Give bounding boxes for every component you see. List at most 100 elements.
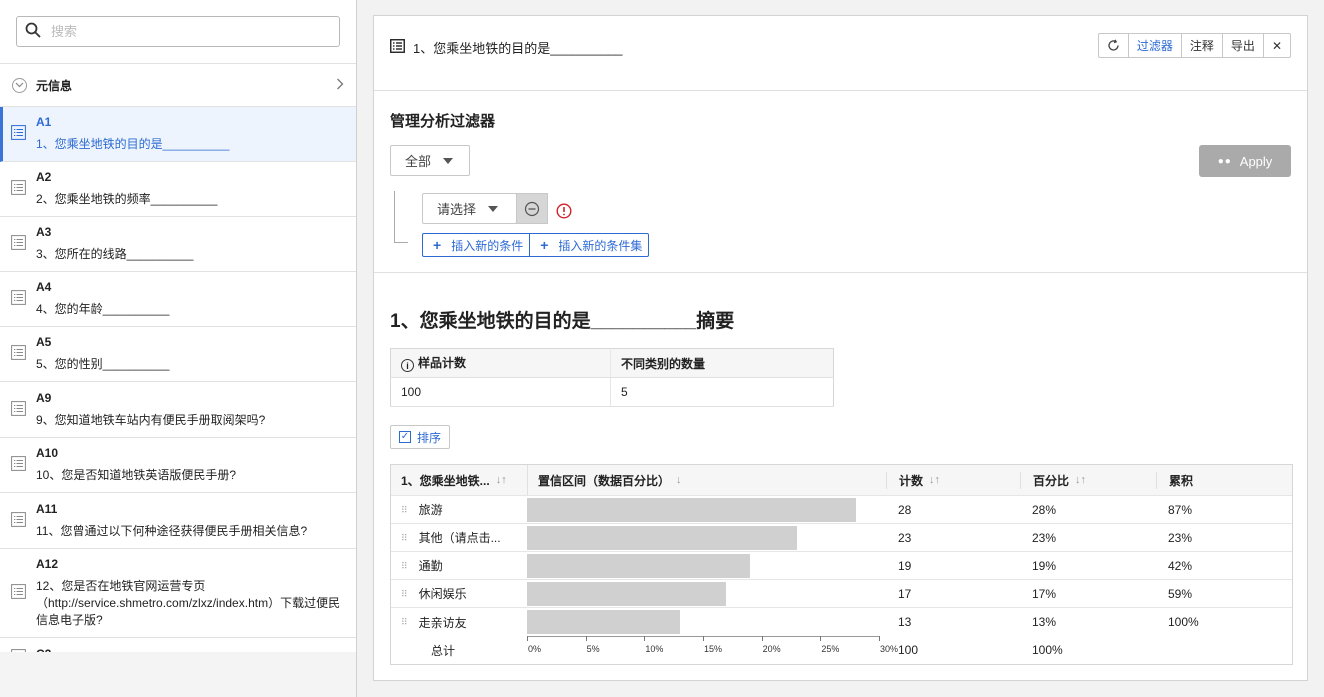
note-button[interactable]: 注释: [1182, 34, 1223, 57]
axis-cell: 0% 5% 10% 15% 20% 25% 30%: [527, 636, 898, 664]
sort-down-icon: ↓: [676, 474, 682, 486]
item-code: A2: [36, 170, 52, 184]
item-text: 11、您曾通过以下何种途径获得便民手册相关信息?: [36, 523, 308, 538]
minus-circle-icon: [524, 201, 540, 216]
chart-bar: [527, 610, 680, 634]
sidebar-item-a11[interactable]: A11 11、您曾通过以下何种途径获得便民手册相关信息?: [0, 493, 356, 549]
refresh-button[interactable]: [1099, 34, 1129, 57]
item-code: A1: [36, 115, 52, 129]
row-percent: 19%: [1032, 558, 1057, 573]
search-input[interactable]: [49, 23, 329, 40]
chevron-right-icon: [336, 77, 344, 93]
axis-tick: [585, 636, 587, 641]
page-title: 1、您乘坐地铁的目的是__________: [413, 41, 623, 56]
table-row[interactable]: ⠿ 其他（请点击... 23 23% 23%: [391, 524, 1292, 552]
drag-handle-icon[interactable]: ⠿: [401, 561, 408, 570]
chevron-down-circle-icon: [12, 77, 27, 93]
list-icon: [11, 584, 28, 602]
list-icon: [11, 125, 28, 143]
axis-tick-label: 0%: [528, 644, 542, 654]
item-text: 1、您乘坐地铁的目的是__________: [36, 137, 230, 151]
row-count: 28: [898, 502, 912, 517]
apply-button[interactable]: ●● Apply: [1199, 145, 1291, 177]
item-text: 2、您乘坐地铁的频率__________: [36, 192, 218, 206]
table-header-row: 1、您乘坐地铁... ↓↑ 置信区间（数据百分比） ↓ 计数 ↓↑ 百分比 ↓↑ 累积: [391, 465, 1292, 496]
insert-condition-set-button[interactable]: + 插入新的条件集: [529, 234, 648, 256]
header-category[interactable]: 1、您乘坐地铁... ↓↑: [391, 472, 527, 489]
sidebar-item-a12[interactable]: A12 12、您是否在地铁官网运营专页（http://service.shmetr…: [0, 549, 356, 638]
meta-info-row[interactable]: 元信息: [0, 64, 356, 107]
list-icon: [11, 345, 28, 363]
axis-tick: [527, 636, 528, 641]
table-row[interactable]: ⠿ 休闲娱乐 17 17% 59%: [391, 580, 1292, 608]
sort-arrows-icon: ↓↑: [495, 474, 507, 486]
meta-info-label: 元信息: [36, 78, 73, 93]
bar-cell: [527, 552, 886, 579]
plus-icon: +: [540, 237, 549, 253]
caret-down-icon: [488, 205, 499, 212]
axis-tick-label: 20%: [762, 644, 781, 654]
sidebar: 元信息 A1 1、您乘坐地铁的目的是__________ A2 2、您乘坐地铁的频率_…: [0, 0, 357, 697]
filter-button[interactable]: 过滤器: [1129, 34, 1182, 57]
sidebar-item-a3[interactable]: A3 3、您所在的线路__________: [0, 217, 356, 272]
header-ci[interactable]: 置信区间（数据百分比） ↓: [527, 465, 886, 495]
insert-condition-button[interactable]: + 插入新的条件: [423, 234, 529, 256]
row-label: 休闲娱乐: [418, 587, 467, 601]
sidebar-item-a9[interactable]: A9 9、您知道地铁车站内有便民手册取阅架吗?: [0, 382, 356, 438]
item-code: A3: [36, 225, 52, 239]
drag-handle-icon[interactable]: ⠿: [401, 505, 408, 514]
drag-handle-icon[interactable]: ⠿: [401, 589, 408, 598]
row-cumulative: 100%: [1168, 615, 1199, 629]
scope-dropdown[interactable]: 全部: [390, 145, 470, 176]
chart-bar: [527, 582, 727, 606]
row-cumulative: 23%: [1168, 530, 1193, 545]
remove-condition-button[interactable]: [516, 193, 548, 224]
apply-label: Apply: [1239, 153, 1273, 169]
axis-tick: [644, 636, 646, 641]
row-percent: 23%: [1032, 530, 1057, 545]
search-box[interactable]: [16, 16, 340, 47]
sidebar-item-a4[interactable]: A4 4、您的年龄__________: [0, 272, 356, 327]
search-area: [0, 0, 356, 64]
row-count: 19: [898, 558, 912, 573]
row-label: 走亲访友: [418, 615, 467, 630]
insert-button-group: + 插入新的条件 + 插入新的条件集: [422, 233, 650, 257]
sidebar-item-a1[interactable]: A1 1、您乘坐地铁的目的是__________: [0, 107, 356, 162]
item-code: A12: [36, 557, 59, 571]
panel-header: 1、您乘坐地铁的目的是__________ 过滤器 注释 导出 ✕: [374, 16, 1307, 91]
sidebar-item-a2[interactable]: A2 2、您乘坐地铁的频率__________: [0, 162, 356, 217]
stats-table: i 样品计数 不同类别的数量 100 5: [390, 348, 834, 407]
sort-toggle[interactable]: ✓ 排序: [390, 425, 451, 449]
condition-select[interactable]: 请选择: [422, 193, 517, 224]
main-panel: 1、您乘坐地铁的目的是__________ 过滤器 注释 导出 ✕ 管理分析过滤…: [373, 15, 1308, 681]
list-icon: [11, 180, 28, 198]
row-count: 17: [898, 586, 912, 601]
dots-icon: ●●: [1217, 155, 1232, 167]
close-button[interactable]: ✕: [1264, 34, 1290, 57]
export-button[interactable]: 导出: [1223, 34, 1264, 57]
table-row[interactable]: ⠿ 走亲访友 13 13% 100%: [391, 608, 1292, 636]
total-percent: 100%: [1032, 643, 1063, 657]
header-count[interactable]: 计数 ↓↑: [886, 471, 1020, 489]
sidebar-footer: [0, 652, 356, 697]
axis-tick-label: 25%: [821, 644, 840, 654]
item-text: 10、您是否知道地铁英语版便民手册?: [36, 468, 237, 482]
sidebar-item-a10[interactable]: A10 10、您是否知道地铁英语版便民手册?: [0, 438, 356, 493]
sidebar-item-a5[interactable]: A5 5、您的性别__________: [0, 327, 356, 382]
axis-tick: [761, 636, 763, 641]
drag-handle-icon[interactable]: ⠿: [401, 618, 408, 627]
table-row[interactable]: ⠿ 旅游 28 28% 87%: [391, 496, 1292, 524]
list-icon: [11, 235, 28, 253]
header-cumulative[interactable]: 累积: [1156, 471, 1292, 489]
drag-handle-icon[interactable]: ⠿: [401, 533, 408, 542]
item-code: A9: [36, 390, 52, 405]
question-list: A1 1、您乘坐地铁的目的是__________ A2 2、您乘坐地铁的频率_____…: [0, 107, 356, 678]
warning-icon: [556, 203, 572, 222]
sort-label: 排序: [417, 430, 442, 445]
item-code: A4: [36, 280, 52, 294]
info-icon[interactable]: i: [401, 359, 414, 373]
header-percent[interactable]: 百分比 ↓↑: [1020, 471, 1156, 489]
insert-condition-label: 插入新的条件: [451, 238, 524, 253]
table-row[interactable]: ⠿ 通勤 19 19% 42%: [391, 552, 1292, 580]
stats-value-samples: 100: [390, 377, 611, 407]
